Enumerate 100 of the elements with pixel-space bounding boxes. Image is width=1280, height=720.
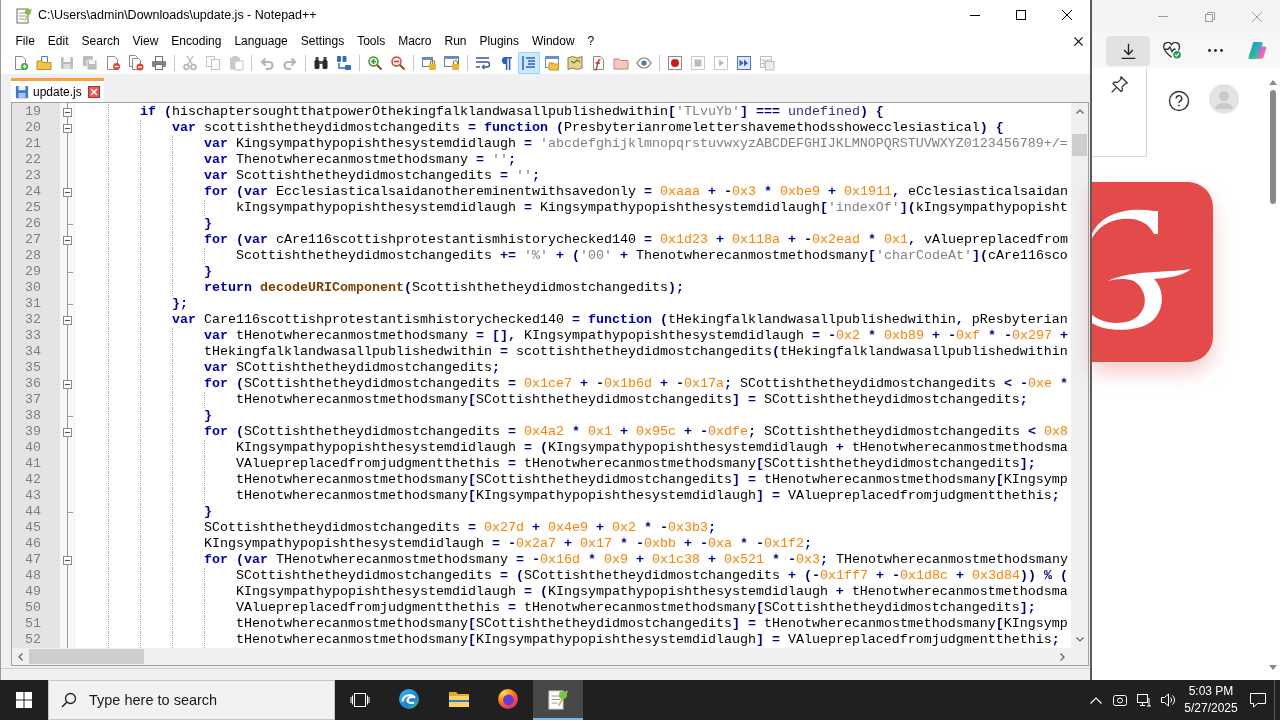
minus-box-icon[interactable] (63, 379, 72, 389)
line-number: 31 (25, 296, 41, 312)
code-line: } (204, 264, 212, 280)
line-number: 35 (25, 360, 41, 376)
search-icon (61, 692, 77, 708)
line-number: 48 (25, 568, 41, 584)
minus-box-icon[interactable] (63, 107, 72, 117)
menu-item[interactable]: Settings (294, 31, 351, 51)
line-number: 49 (25, 584, 41, 600)
code-line: tHenotwherecanmostmethodsmany[SCottishthetheydidmostchangedits] = tHenotwherecanmostmethodsmany[KIngsymp (236, 472, 1068, 488)
code-line: var Scottishthetheydidmostchangedits = ''; (204, 168, 540, 184)
swirl-icon (397, 687, 422, 711)
minimize-icon (970, 14, 980, 16)
code-line: KIngsympathypopishthesystemdidlaugh = -0x2a7 + 0x17 * -0xbb + -0xa * -0x1f2; (204, 536, 812, 552)
line-number: 30 (25, 280, 41, 296)
minus-box-icon[interactable] (63, 555, 72, 565)
camera-icon (1112, 692, 1128, 708)
downloads-button[interactable] (1106, 35, 1150, 66)
line-number: 52 (25, 632, 41, 648)
minus-box-icon[interactable] (63, 235, 72, 245)
scroll-down-icon (1269, 665, 1277, 670)
scrollbar-thumb[interactable] (1072, 134, 1087, 156)
code-line: VAluepreplacedfromjudgmentthethis = tHenotwherecanmostmethodsmany[SCottishthetheydidmostchangedits]; (236, 456, 1036, 472)
more-icon (1207, 49, 1223, 52)
search-field[interactable]: Type here to search (48, 680, 335, 720)
help-button[interactable] (1168, 90, 1190, 112)
minus-box-icon[interactable] (63, 315, 72, 325)
code-line: tHenotwherecanmostmethodsmany[SCottishthetheydidmostchangedits] = SCottishthetheydidmostchangedits; (236, 392, 1028, 408)
pin-button[interactable] (1109, 74, 1129, 94)
menu-item[interactable]: Run (438, 31, 474, 51)
menu-item[interactable]: Language (227, 31, 295, 51)
code-line: Scottishthetheydidmostchangedits += '%' + ('00' + Thenotwherecanmostmethodsmany['charCodeAt'](cAre116sco (236, 248, 1068, 264)
menu-item[interactable]: ? (581, 31, 601, 51)
code-line: for (SCottishthetheydidmostchangedits = 0x4a2 * 0x1 + 0x95c + -0xdfe; SCottishthetheydidmostchangedits < 0x8 (204, 424, 1068, 440)
code-line: tHenotwherecanmostmethodsmany[KIngsympathypopishthesystemdidlaugh] = VAluepreplacedfromjudgmentthethis; (236, 488, 1060, 504)
code-line: if (hischaptersoughtthatpowerOthekingfalklandwasallpublishedwithin['TLvuYb'] === undefined) { (140, 104, 884, 120)
minus-box-icon[interactable] (63, 427, 72, 437)
chevron-right-icon (1060, 652, 1065, 661)
line-number: 20 (25, 120, 41, 136)
line-number: 40 (25, 440, 41, 456)
line-number: 26 (25, 216, 41, 232)
code-line: tHenotwherecanmostmethodsmany[SCottishthetheydidmostchangedits] = tHenotwherecanmostmethodsmany[KIngsymp (236, 616, 1068, 632)
fire-globe-icon (496, 687, 521, 711)
line-number: 39 (25, 424, 41, 440)
windows-logo-icon (16, 692, 32, 708)
file-tab[interactable]: update.js (11, 78, 104, 102)
code-line: return decodeURIComponent(Scottishthetheydidmostchangedits); (204, 280, 684, 296)
line-number: 33 (25, 328, 41, 344)
notification-icon (1249, 691, 1267, 709)
chevron-up-icon (1090, 696, 1102, 704)
chevron-up-icon (1075, 109, 1084, 114)
menu-item[interactable]: Window (525, 31, 582, 51)
network-icon (1136, 692, 1152, 708)
code-line: }; (172, 296, 188, 312)
code-line: SCottishthetheydidmostchangedits = 0x27d + 0x4e9 + 0x2 * -0x3b3; (204, 520, 716, 536)
download-icon (1120, 42, 1136, 59)
close-icon (1251, 11, 1262, 22)
menu-item[interactable]: Plugins (473, 31, 526, 51)
line-number: 19 (25, 104, 41, 120)
code-line: KIngsympathypopishthesystemdidlaugh = (KIngsympathypopishthesystemdidlaugh + tHenotwherecanmostmethodsma (236, 440, 1068, 456)
close-icon[interactable] (87, 85, 100, 98)
ribbon-logo-icon (1247, 42, 1267, 59)
notepad-app-button[interactable] (533, 680, 583, 720)
minus-box-icon[interactable] (63, 123, 72, 133)
code-line: var Thenotwherecanmostmethodsmany = ''; (204, 152, 516, 168)
line-number: 36 (25, 376, 41, 392)
heart-pulse-icon (1163, 42, 1181, 59)
code-line: for (SCottishthetheydidmostchangedits = 0x1ce7 + -0x1b6d + -0x17a; SCottishthetheydidmostchangedits < -0xe * (204, 376, 1068, 392)
line-number: 28 (25, 248, 41, 264)
notepad-icon (545, 687, 570, 711)
menu-item[interactable]: View (126, 31, 165, 51)
line-number: 45 (25, 520, 41, 536)
minus-box-icon[interactable] (63, 187, 72, 197)
menu-item[interactable]: Encoding (164, 31, 228, 51)
notepad-icon (15, 6, 33, 24)
line-number: 44 (25, 504, 41, 520)
line-number: 22 (25, 152, 41, 168)
line-number: 27 (25, 232, 41, 248)
code-line: for (var THenotwherecanmostmethodsmany = -0x16d * 0x9 + 0x1c38 + 0x521 * -0x3; THenotwherecanmostmethodsmany (204, 552, 1068, 568)
menu-item[interactable]: File (9, 31, 42, 51)
line-number: 23 (25, 168, 41, 184)
line-number: 24 (25, 184, 41, 200)
scrollbar-thumb[interactable] (29, 649, 144, 664)
line-number: 47 (25, 552, 41, 568)
menu-item[interactable]: Tools (350, 31, 392, 51)
maximize-icon (1016, 10, 1026, 20)
scrollbar-thumb[interactable] (1270, 90, 1276, 204)
menu-item[interactable]: Search (75, 31, 127, 51)
code-line: VAluepreplacedfromjudgmentthethis = tHenotwherecanmostmethodsmany[SCottishthetheydidmostchangedits]; (236, 600, 1036, 616)
menu-item[interactable]: Macro (391, 31, 438, 51)
line-number: 50 (25, 600, 41, 616)
restore-icon (1204, 11, 1215, 22)
code-line: var tHenotwherecanmostmethodsmany = [], KIngsympathypopishthesystemdidlaugh = -0x2 * 0xb89 + -0xf * -0x297 + (204, 328, 1068, 344)
code-line: var Care116scottishprotestantismhistorychecked140 = function (tHekingfalklandwasallpublishedwithin, pResbyterian (172, 312, 1068, 328)
line-number: 38 (25, 408, 41, 424)
minimize-icon (1157, 16, 1168, 17)
line-number: 32 (25, 312, 41, 328)
code-line: SCottishthetheydidmostchangedits = (SCottishthetheydidmostchangedits + (-0x1ff7 + -0x1d8c + 0x3d84)) % ( (236, 568, 1068, 584)
clock-button[interactable]: 5:03 PM 5/27/2025 (1180, 680, 1242, 720)
menu-item[interactable]: Edit (41, 31, 76, 51)
